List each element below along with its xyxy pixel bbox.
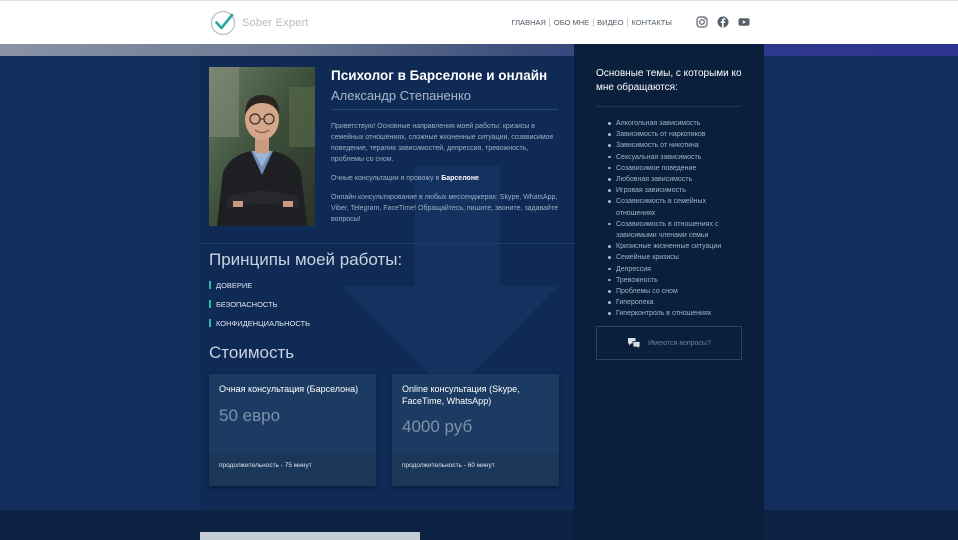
nav-item-video[interactable]: ВИДЕО (594, 18, 628, 27)
portrait-photo (209, 67, 315, 226)
price-card-title: Очная консультация (Барселона) (219, 384, 359, 394)
principles-list: ДОВЕРИЕ БЕЗОПАСНОСТЬ КОНФИДЕНЦИАЛЬНОСТЬ (209, 281, 310, 338)
principle-item: БЕЗОПАСНОСТЬ (209, 300, 310, 319)
principle-item: КОНФИДЕНЦИАЛЬНОСТЬ (209, 319, 310, 338)
topic-item: Кризисные жизненные ситуации (608, 241, 742, 252)
topic-item: Зависимость от никотина (608, 140, 742, 151)
topic-item: Депрессия (608, 264, 742, 275)
principles-heading: Принципы моей работы: (209, 250, 403, 269)
topic-item: Созависимость в семейных отношениях (608, 196, 742, 218)
topic-item: Тревожность (608, 275, 742, 286)
pricing-heading: Стоимость (209, 343, 295, 362)
price-value: 50 евро (219, 406, 281, 425)
topic-item: Гиперопека (608, 297, 742, 308)
topic-item: Любовная зависимость (608, 174, 742, 185)
topic-item: Алкогольная зависимость (608, 118, 742, 129)
topic-item: Созависимое поведение (608, 163, 742, 174)
logo[interactable]: Sober Expert (210, 9, 309, 37)
sidebar-divider (596, 106, 741, 107)
facebook-icon[interactable] (717, 16, 729, 28)
topic-item: Проблемы со сном (608, 286, 742, 297)
site-header: Sober Expert ГЛАВНАЯ ОБО МНЕ ВИДЕО КОНТА… (0, 0, 958, 44)
sidebar-title: Основные темы, с которыми ко мне обращаю… (596, 68, 742, 93)
page-title: Психолог в Барселоне и онлайн (331, 68, 548, 83)
topic-item: Гиперконтроль в отношениях (608, 308, 742, 319)
ask-question-label: Имеются вопросы? (648, 339, 711, 347)
topics-list: Алкогольная зависимость Зависимость от н… (608, 118, 742, 320)
intro-paragraph: Приветствую! Основные направления моей р… (331, 123, 554, 163)
city-name: Барселоне (441, 175, 479, 182)
section-divider (200, 243, 574, 244)
nav-item-contacts[interactable]: КОНТАКТЫ (628, 18, 675, 27)
social-links (696, 16, 750, 28)
accent-bar (209, 281, 211, 289)
main-nav: ГЛАВНАЯ ОБО МНЕ ВИДЕО КОНТАКТЫ (508, 18, 675, 27)
topic-item: Сексуальная зависимость (608, 152, 742, 163)
price-duration: продолжительность - 75 минут (219, 462, 312, 469)
logo-text: Sober Expert (242, 17, 309, 29)
topic-item: Созависимость в отношениях с зависимыми … (608, 219, 742, 241)
price-duration: продолжительность - 60 минут (402, 462, 495, 469)
price-card-title: Online консультация (Skype, FaceTime, Wh… (402, 384, 520, 406)
topic-item: Игровая зависимость (608, 185, 742, 196)
checkmark-logo-icon (210, 10, 236, 36)
footer-band (0, 510, 958, 540)
ask-question-button[interactable]: Имеются вопросы? (596, 326, 742, 360)
sidebar: Основные темы, с которыми ко мне обращаю… (574, 44, 764, 540)
nav-item-about[interactable]: ОБО МНЕ (550, 18, 594, 27)
topic-item: Семейные кризисы (608, 252, 742, 263)
chat-bubbles-icon (628, 338, 641, 350)
nav-item-home[interactable]: ГЛАВНАЯ (508, 18, 551, 27)
accent-bar (209, 300, 211, 308)
youtube-icon[interactable] (738, 16, 750, 28)
principle-item: ДОВЕРИЕ (209, 281, 310, 300)
price-value: 4000 руб (402, 417, 473, 436)
portrait-illustration (209, 67, 315, 226)
divider (331, 109, 558, 110)
accent-bar (209, 319, 211, 327)
online-paragraph: Онлайн консультирование в любых мессендж… (331, 194, 558, 223)
price-card-online[interactable]: Online консультация (Skype, FaceTime, Wh… (392, 374, 559, 486)
author-name: Александр Степаненко (331, 88, 472, 103)
instagram-icon[interactable] (696, 16, 708, 28)
location-paragraph: Очные консультации я провожу в Барселоне… (331, 175, 481, 182)
footer-card (200, 532, 420, 540)
header-strip (0, 44, 958, 56)
topic-item: Зависимость от наркотиков (608, 129, 742, 140)
price-card-inperson[interactable]: Очная консультация (Барселона) 50 евро п… (209, 374, 376, 486)
